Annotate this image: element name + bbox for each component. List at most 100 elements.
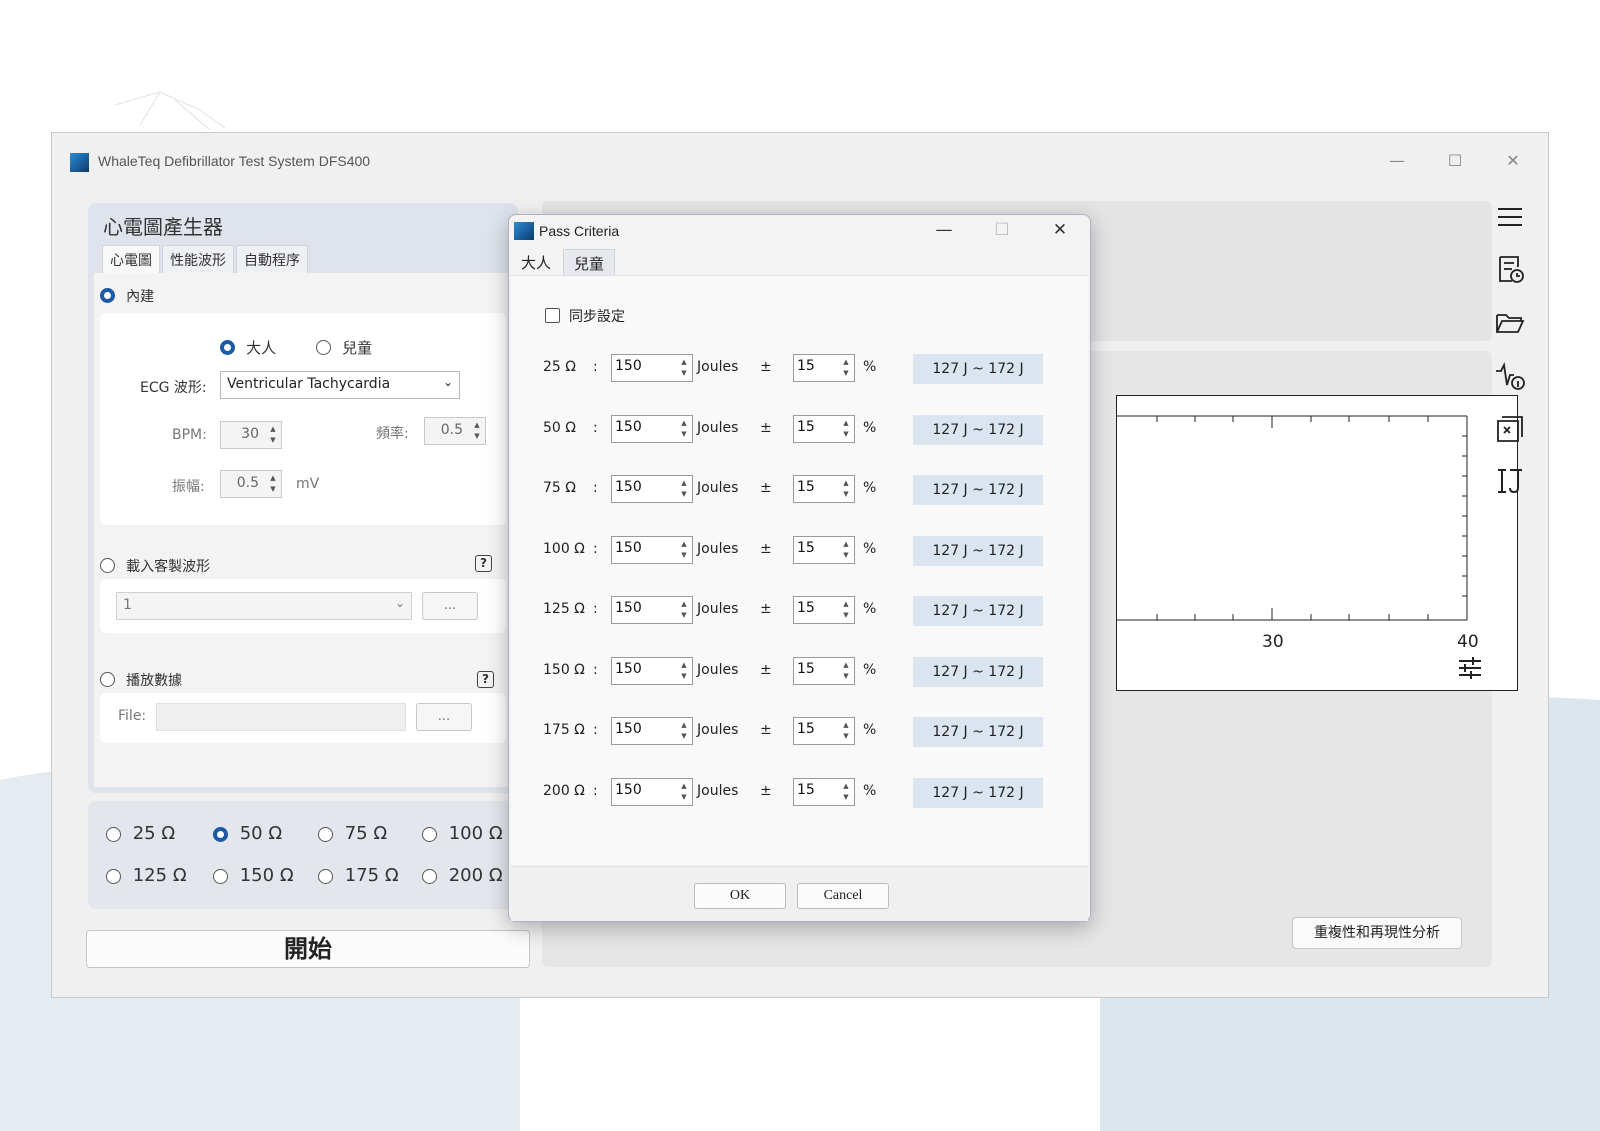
joules-unit: Joules xyxy=(697,541,739,557)
start-button[interactable]: 開始 xyxy=(86,930,530,968)
ok-button[interactable]: OK xyxy=(694,883,786,909)
impedance-option-75[interactable]: 75 Ω xyxy=(318,823,387,844)
stepper-arrows-icon[interactable]: ▲ ▼ xyxy=(840,599,852,621)
stepper-arrows-icon[interactable]: ▲ ▼ xyxy=(678,418,690,440)
frequency-stepper[interactable]: 0.5 ▲ ▼ xyxy=(424,417,486,445)
tolerance-stepper[interactable]: 15 ▲ ▼ xyxy=(793,657,855,685)
maximize-button[interactable]: ☐ xyxy=(1440,149,1470,173)
stepper-arrows-icon[interactable]: ▲ ▼ xyxy=(471,420,483,442)
child-option[interactable]: 兒童 xyxy=(316,337,372,358)
stepper-arrows-icon[interactable]: ▲ ▼ xyxy=(840,478,852,500)
custom-waveform-radio[interactable] xyxy=(100,558,115,573)
sync-settings-checkbox[interactable] xyxy=(545,308,560,323)
energy-stepper[interactable]: 150 ▲ ▼ xyxy=(611,717,693,745)
stepper-arrows-icon[interactable]: ▲ ▼ xyxy=(678,478,690,500)
tolerance-stepper[interactable]: 15 ▲ ▼ xyxy=(793,778,855,806)
menu-icon[interactable] xyxy=(1494,201,1526,233)
custom-browse-button[interactable]: ... xyxy=(422,592,478,620)
stepper-arrows-icon[interactable]: ▲ ▼ xyxy=(840,660,852,682)
close-button[interactable]: ✕ xyxy=(1498,149,1528,173)
impedance-radio[interactable] xyxy=(106,868,121,884)
dialog-close-button[interactable]: ✕ xyxy=(1045,218,1075,242)
playback-option[interactable]: 播放數據 xyxy=(100,669,182,690)
help-icon[interactable]: ? xyxy=(477,671,494,688)
tolerance-stepper[interactable]: 15 ▲ ▼ xyxy=(793,475,855,503)
joules-unit: Joules xyxy=(697,662,739,678)
tolerance-stepper[interactable]: 15 ▲ ▼ xyxy=(793,596,855,624)
tab-adult[interactable]: 大人 xyxy=(511,249,562,277)
impedance-radio[interactable] xyxy=(318,826,333,842)
amplitude-stepper[interactable]: 0.5 ▲ ▼ xyxy=(220,470,282,498)
amplitude-value: 0.5 xyxy=(236,475,259,491)
impedance-option-125[interactable]: 125 Ω xyxy=(106,865,187,886)
tolerance-stepper[interactable]: 15 ▲ ▼ xyxy=(793,717,855,745)
impedance-option-150[interactable]: 150 Ω xyxy=(213,865,294,886)
child-radio[interactable] xyxy=(316,340,331,355)
stepper-arrows-icon[interactable]: ▲ ▼ xyxy=(267,424,279,446)
tab-ecg[interactable]: 心電圖 xyxy=(102,245,160,274)
impedance-radio[interactable] xyxy=(213,868,228,884)
stepper-arrows-icon[interactable]: ▲ ▼ xyxy=(678,720,690,742)
stepper-arrows-icon[interactable]: ▲ ▼ xyxy=(840,781,852,803)
stepper-arrows-icon[interactable]: ▲ ▼ xyxy=(678,660,690,682)
energy-stepper[interactable]: 150 ▲ ▼ xyxy=(611,475,693,503)
energy-stepper[interactable]: 150 ▲ ▼ xyxy=(611,536,693,564)
adult-radio[interactable] xyxy=(220,340,235,355)
impedance-radio[interactable] xyxy=(213,826,228,842)
tab-auto-procedure[interactable]: 自動程序 xyxy=(236,245,308,274)
impedance-option-100[interactable]: 100 Ω xyxy=(422,823,503,844)
tab-performance-waveform[interactable]: 性能波形 xyxy=(162,245,234,274)
calibration-icon[interactable] xyxy=(1494,465,1526,497)
impedance-radio[interactable] xyxy=(318,868,333,884)
repeatability-analysis-button[interactable]: 重複性和再現性分析 xyxy=(1292,917,1462,949)
stepper-arrows-icon[interactable]: ▲ ▼ xyxy=(840,357,852,379)
stepper-arrows-icon[interactable]: ▲ ▼ xyxy=(840,720,852,742)
dialog-minimize-button[interactable]: — xyxy=(929,218,959,242)
impedance-radio[interactable] xyxy=(106,826,121,842)
stepper-arrows-icon[interactable]: ▲ ▼ xyxy=(840,418,852,440)
builtin-radio[interactable] xyxy=(100,288,115,303)
impedance-option-175[interactable]: 175 Ω xyxy=(318,865,399,886)
waveform-info-icon[interactable] xyxy=(1494,361,1526,393)
bpm-stepper[interactable]: 30 ▲ ▼ xyxy=(220,421,282,449)
impedance-radio[interactable] xyxy=(422,826,437,842)
plot-ticks xyxy=(1156,416,1429,620)
stepper-arrows-icon[interactable]: ▲ ▼ xyxy=(840,539,852,561)
adult-option[interactable]: 大人 xyxy=(220,337,276,358)
range-display: 127 J ~ 172 J xyxy=(913,717,1043,747)
energy-stepper[interactable]: 150 ▲ ▼ xyxy=(611,415,693,443)
energy-stepper[interactable]: 150 ▲ ▼ xyxy=(611,354,693,382)
custom-waveform-option[interactable]: 載入客製波形 xyxy=(100,555,210,576)
builtin-option[interactable]: 內建 xyxy=(100,285,154,306)
export-icon[interactable] xyxy=(1494,413,1526,445)
energy-stepper[interactable]: 150 ▲ ▼ xyxy=(611,778,693,806)
tab-child[interactable]: 兒童 xyxy=(563,249,616,277)
report-history-icon[interactable] xyxy=(1494,253,1526,285)
impedance-option-25[interactable]: 25 Ω xyxy=(106,823,175,844)
energy-stepper[interactable]: 150 ▲ ▼ xyxy=(611,596,693,624)
impedance-option-200[interactable]: 200 Ω xyxy=(422,865,503,886)
plus-minus-sign: ± xyxy=(760,601,772,617)
tolerance-stepper[interactable]: 15 ▲ ▼ xyxy=(793,415,855,443)
file-path-input[interactable] xyxy=(156,703,406,731)
minimize-button[interactable]: — xyxy=(1382,149,1412,173)
impedance-option-50[interactable]: 50 Ω xyxy=(213,823,282,844)
stepper-arrows-icon[interactable]: ▲ ▼ xyxy=(678,357,690,379)
tolerance-stepper[interactable]: 15 ▲ ▼ xyxy=(793,536,855,564)
help-icon[interactable]: ? xyxy=(475,555,492,572)
custom-waveform-select[interactable]: 1 ⌄ xyxy=(116,592,412,620)
stepper-arrows-icon[interactable]: ▲ ▼ xyxy=(678,539,690,561)
impedance-radio[interactable] xyxy=(422,868,437,884)
tolerance-stepper[interactable]: 15 ▲ ▼ xyxy=(793,354,855,382)
cancel-button[interactable]: Cancel xyxy=(797,883,889,909)
stepper-arrows-icon[interactable]: ▲ ▼ xyxy=(678,599,690,621)
energy-value: 150 xyxy=(615,540,642,556)
playback-radio[interactable] xyxy=(100,672,115,687)
energy-stepper[interactable]: 150 ▲ ▼ xyxy=(611,657,693,685)
stepper-arrows-icon[interactable]: ▲ ▼ xyxy=(678,781,690,803)
waveform-select[interactable]: Ventricular Tachycardia ⌄ xyxy=(220,371,460,399)
folder-open-icon[interactable] xyxy=(1494,307,1526,339)
stepper-arrows-icon[interactable]: ▲ ▼ xyxy=(267,473,279,495)
file-browse-button[interactable]: ... xyxy=(416,703,472,731)
sliders-icon[interactable] xyxy=(1457,656,1483,680)
